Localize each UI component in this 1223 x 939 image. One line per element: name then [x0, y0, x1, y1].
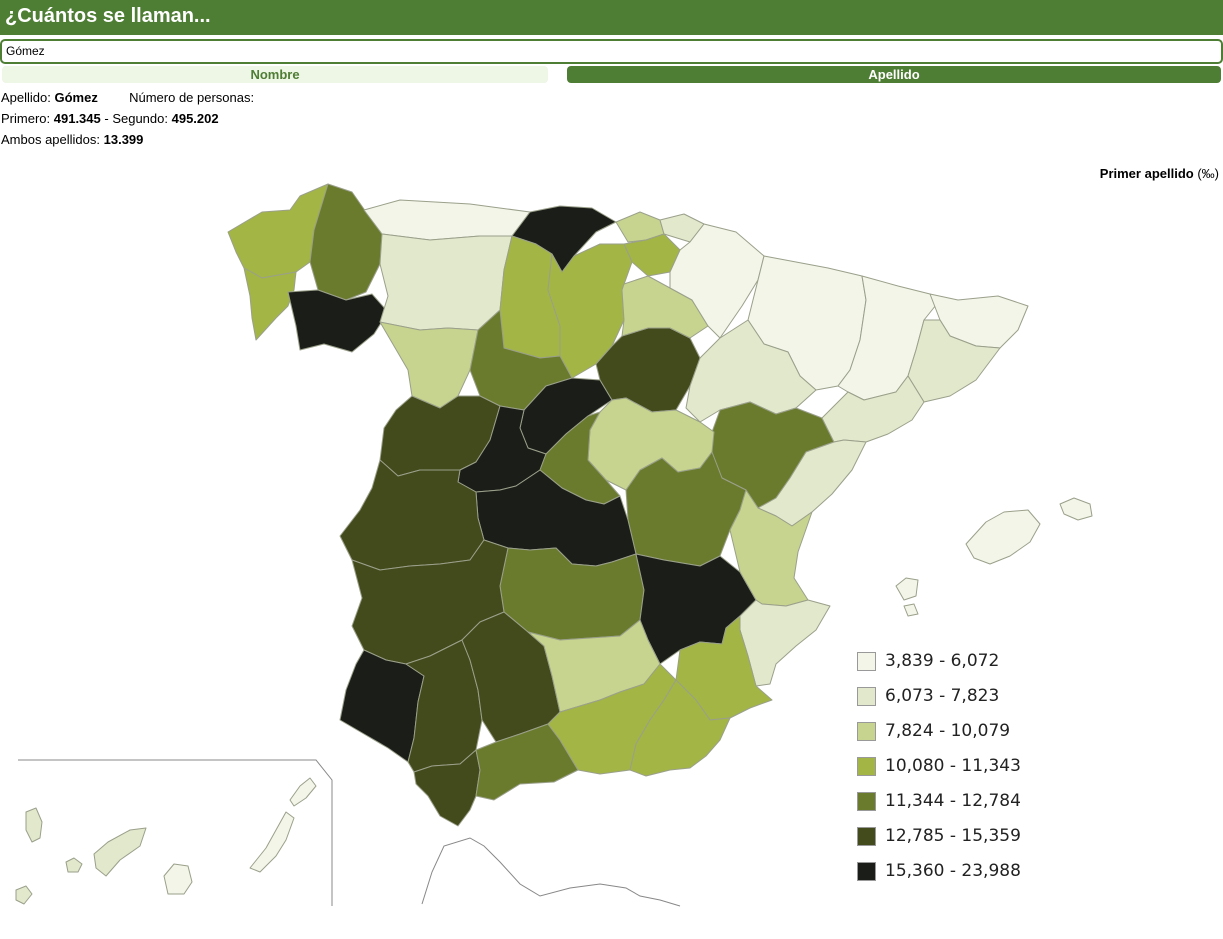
island-gran-canaria[interactable] [163, 863, 193, 895]
legend-swatch [857, 722, 876, 741]
legend-label: 12,785 - 15,359 [885, 826, 1021, 846]
province-mallorca[interactable] [965, 509, 1041, 565]
legend-label: 15,360 - 23,988 [885, 861, 1021, 881]
legend-label: 7,824 - 10,079 [885, 721, 1011, 741]
province-ibiza[interactable] [895, 577, 919, 601]
app-header: ¿Cuántos se llaman... [0, 0, 1223, 35]
both-line: Ambos apellidos: 13.399 [1, 132, 143, 148]
africa-coastline [421, 837, 681, 907]
app-title: ¿Cuántos se llaman... [5, 5, 211, 27]
ambos-value: 13.399 [103, 132, 144, 147]
province-zamora[interactable] [379, 321, 479, 409]
surname-info-line: Apellido: Gómez Número de personas: [1, 90, 254, 106]
legend-item: 3,839 - 6,072 [857, 650, 1077, 674]
search-box[interactable] [0, 39, 1223, 64]
island-la-palma[interactable] [25, 807, 43, 843]
personas-label: Número de personas: [129, 90, 255, 105]
province-alicante[interactable] [739, 599, 831, 687]
island-lanzarote[interactable] [289, 777, 317, 807]
counts-line: Primero: 491.345 - Segundo: 495.202 [1, 111, 219, 127]
legend-swatch [857, 687, 876, 706]
legend-item: 11,344 - 12,784 [857, 790, 1077, 814]
apellido-label: Apellido: [1, 90, 51, 105]
island-el-hierro[interactable] [15, 885, 33, 905]
legend-label: 6,073 - 7,823 [885, 686, 1000, 706]
province-asturias[interactable] [363, 199, 531, 241]
legend-item: 12,785 - 15,359 [857, 825, 1077, 849]
legend-swatch [857, 862, 876, 881]
legend-item: 6,073 - 7,823 [857, 685, 1077, 709]
ambos-label: Ambos apellidos: [1, 132, 100, 147]
island-tenerife[interactable] [93, 827, 147, 877]
province-pontevedra[interactable] [243, 267, 297, 341]
segundo-value: 495.202 [171, 111, 219, 126]
legend-label: 11,344 - 12,784 [885, 791, 1021, 811]
province-menorca[interactable] [1059, 497, 1093, 521]
legend-swatch [857, 827, 876, 846]
province-leon[interactable] [379, 233, 513, 331]
legend-item: 7,824 - 10,079 [857, 720, 1077, 744]
apellido-value: Gómez [54, 90, 98, 105]
legend-swatch [857, 757, 876, 776]
legend-item: 10,080 - 11,343 [857, 755, 1077, 779]
tab-nombre[interactable]: Nombre [2, 66, 548, 83]
segundo-label: - Segundo: [104, 111, 168, 126]
province-formentera[interactable] [903, 603, 919, 617]
legend-swatch [857, 652, 876, 671]
legend-label: 10,080 - 11,343 [885, 756, 1021, 776]
province-ourense[interactable] [287, 289, 389, 353]
island-la-gomera[interactable] [65, 857, 83, 873]
legend-item: 15,360 - 23,988 [857, 860, 1077, 884]
tab-apellido[interactable]: Apellido [567, 66, 1221, 83]
primero-label: Primero: [1, 111, 51, 126]
legend-swatch [857, 792, 876, 811]
island-fuerteventura[interactable] [249, 811, 295, 873]
legend-label: 3,839 - 6,072 [885, 651, 1000, 671]
search-input[interactable] [6, 43, 1206, 59]
primero-value: 491.345 [53, 111, 101, 126]
